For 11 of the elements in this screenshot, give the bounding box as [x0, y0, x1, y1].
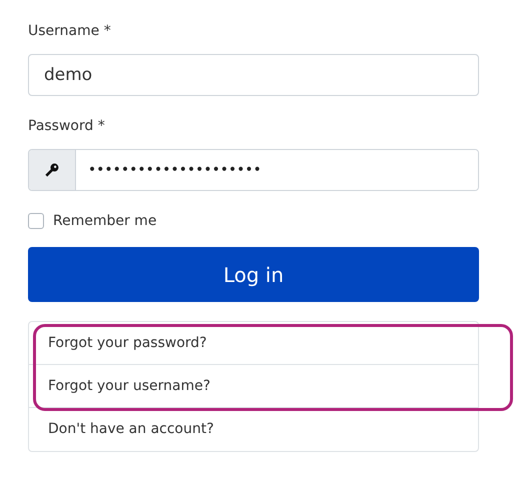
remember-checkbox[interactable] — [28, 213, 44, 229]
link-item[interactable]: Don't have an account? — [29, 408, 478, 451]
username-field[interactable]: demo — [28, 54, 479, 96]
field-label: Password * — [28, 118, 106, 136]
link-item[interactable]: Forgot your password? — [29, 322, 478, 365]
link-item[interactable]: Forgot your username? — [29, 365, 478, 408]
login-button[interactable]: Log in — [28, 247, 479, 302]
checkbox-label: Remember me — [53, 213, 157, 229]
key-icon — [44, 162, 60, 178]
field-label: Username * — [28, 23, 112, 41]
password-field[interactable]: ••••••••••••••••••••• — [28, 149, 479, 191]
